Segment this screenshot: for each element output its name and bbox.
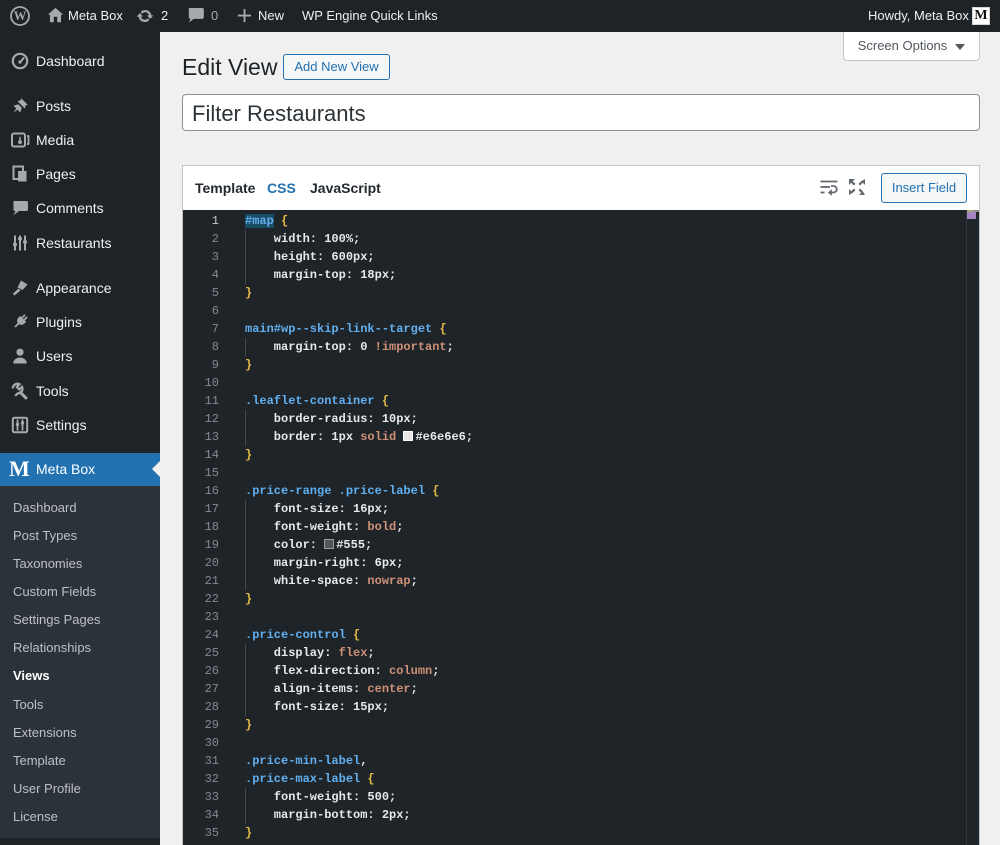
svg-text:W: W bbox=[14, 9, 27, 23]
